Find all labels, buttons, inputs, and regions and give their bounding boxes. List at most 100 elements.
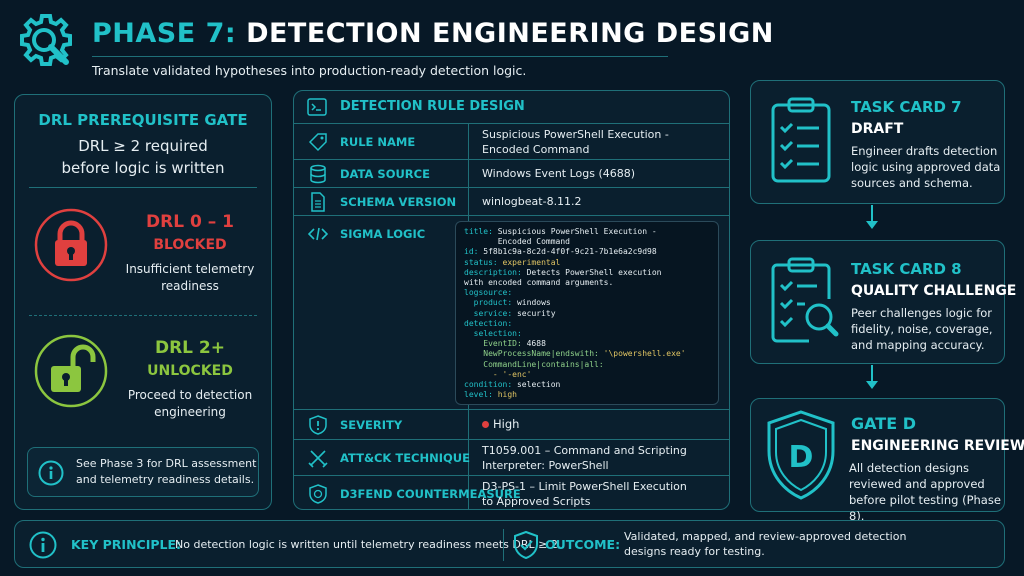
drl-blocked-desc: Insufficient telemetry readiness — [115, 261, 265, 295]
code-key: product: — [464, 298, 513, 308]
header-logo-icon — [14, 10, 78, 74]
gate-title: DRL PREREQUISITE GATE — [38, 111, 248, 129]
code-line: EventID: 4688 — [464, 339, 710, 349]
shield-check-icon — [513, 530, 539, 560]
code-key: condition: — [464, 380, 513, 390]
drl-unlocked-status: UNLOCKED — [147, 363, 233, 379]
clipboard-magnifier-icon — [769, 255, 839, 345]
gate-divider — [29, 187, 257, 188]
outcome-label: OUTCOME: — [545, 537, 621, 552]
alert-shield-icon — [308, 415, 328, 435]
attack-technique-value-line2: Interpreter: PowerShell — [482, 459, 609, 472]
code-line: condition: selection — [464, 380, 710, 390]
drl-blocked-desc-line1: Insufficient telemetry — [125, 262, 255, 276]
attack-technique-value: T1059.001 – Command and Scripting Interp… — [482, 443, 687, 473]
task-card-7: TASK CARD 7 DRAFT Engineer drafts detect… — [750, 80, 1005, 204]
code-value: 4688 — [521, 339, 546, 349]
code-value: experimental — [497, 257, 561, 267]
locked-padlock-icon — [33, 207, 109, 283]
card-subtitle: ENGINEERING REVIEW — [851, 438, 1024, 454]
title-prefix: PHASE 7: — [92, 18, 237, 49]
row-rule-name: RULE NAME Suspicious PowerShell Executio… — [294, 123, 729, 159]
code-value: Detects PowerShell execution — [521, 267, 662, 277]
title-main: DETECTION ENGINEERING DESIGN — [246, 18, 774, 49]
code-key: title: — [464, 227, 493, 236]
row-data-source: DATA SOURCE Windows Event Logs (4688) — [294, 159, 729, 187]
code-line: Encoded Command — [464, 237, 570, 247]
drl-unlocked-title: DRL 2+ — [154, 338, 226, 358]
code-key: EventID: — [464, 339, 522, 349]
drl-blocked-title: DRL 0 – 1 — [146, 212, 234, 232]
flow-arrowhead-2 — [866, 381, 878, 389]
rule-name-value: Suspicious PowerShell Execution - Encode… — [482, 127, 669, 157]
code-line: logsource: — [464, 288, 513, 298]
row-attack-technique: ATT&CK TECHNIQUE T1059.001 – Command and… — [294, 439, 729, 475]
crossed-swords-icon — [308, 448, 328, 468]
drl-blocked-desc-line2: readiness — [161, 279, 219, 293]
card-title: TASK CARD 7 — [851, 98, 962, 116]
code-line: status: experimental — [464, 258, 710, 268]
severity-label: SEVERITY — [340, 418, 403, 432]
code-key: description: — [464, 267, 522, 277]
card-description: Peer challenges logic for fidelity, nois… — [851, 306, 993, 352]
schema-version-label: SCHEMA VERSION — [340, 195, 457, 209]
gate-requirement-line2: before logic is written — [61, 159, 225, 177]
card-description: All detection designs reviewed and appro… — [849, 461, 1001, 523]
outcome-text-line2: designs ready for testing. — [624, 545, 765, 558]
code-key: id: — [464, 247, 479, 257]
row-d3fend: D3FEND COUNTERMEASURE D3-PS-1 – Limit Po… — [294, 475, 729, 509]
data-source-label: DATA SOURCE — [340, 167, 430, 181]
card-subtitle: DRAFT — [851, 121, 904, 137]
code-line: level: high — [464, 390, 710, 400]
info-icon — [38, 460, 64, 486]
clipboard-checklist-icon — [769, 95, 833, 185]
card-description: Engineer drafts detection logic using ap… — [851, 144, 1001, 190]
gate-note-line1: See Phase 3 for DRL assessment — [76, 457, 257, 470]
outcome-text-line1: Validated, mapped, and review-approved d… — [624, 530, 907, 543]
outcome-text: Validated, mapped, and review-approved d… — [624, 529, 906, 559]
data-source-value: Windows Event Logs (4688) — [482, 167, 636, 180]
gate-requirement: DRL ≥ 2 required before logic is written — [15, 135, 271, 179]
footer-bar: KEY PRINCIPLE: No detection logic is wri… — [14, 520, 1005, 568]
card-title: GATE D — [851, 414, 916, 433]
code-line: detection: — [464, 318, 513, 328]
attack-technique-label: ATT&CK TECHNIQUE — [340, 451, 470, 465]
page-title: PHASE 7: DETECTION ENGINEERING DESIGN — [92, 18, 774, 49]
code-icon — [307, 224, 329, 244]
drl-divider — [29, 315, 257, 316]
footer-divider — [503, 529, 504, 561]
d3fend-value-line1: D3-PS-1 – Limit PowerShell Execution — [482, 480, 687, 493]
code-value: Suspicious PowerShell Execution - — [492, 227, 657, 236]
page-subtitle: Translate validated hypotheses into prod… — [92, 63, 527, 78]
gate-note-line2: and telemetry readiness details. — [76, 473, 255, 486]
rule-name-value-line2: Encoded Command — [482, 143, 590, 156]
code-line: selection: — [464, 329, 522, 339]
schema-version-value: winlogbeat-8.11.2 — [482, 195, 582, 208]
card-title: TASK CARD 8 — [851, 260, 962, 278]
document-icon — [308, 192, 328, 212]
code-value: windows — [512, 298, 551, 308]
code-value: selection — [512, 380, 561, 390]
unlocked-padlock-icon — [33, 333, 109, 409]
gate-note-text: See Phase 3 for DRL assessment and telem… — [76, 456, 256, 488]
gate-note: See Phase 3 for DRL assessment and telem… — [27, 447, 259, 497]
code-line: with encoded command arguments. — [464, 278, 614, 288]
title-divider — [92, 56, 668, 57]
code-value: security — [512, 308, 556, 318]
severity-value: High — [493, 417, 520, 431]
drl-unlocked-desc: Proceed to detection engineering — [115, 387, 265, 421]
rule-name-value-line1: Suspicious PowerShell Execution - — [482, 128, 669, 141]
code-line: id: 5f8b1c9a-8c2d-4f0f-9c21-7b1e6a2c9d98 — [464, 247, 710, 257]
sigma-code-block: title: Suspicious PowerShell Execution -… — [455, 221, 719, 405]
sigma-logic-label: SIGMA LOGIC — [340, 227, 426, 241]
code-key: NewProcessName|endswith: — [464, 349, 599, 359]
code-value: 5f8b1c9a-8c2d-4f0f-9c21-7b1e6a2c9d98 — [478, 247, 657, 257]
database-icon — [308, 164, 328, 184]
rule-design-header: DETECTION RULE DESIGN — [340, 99, 525, 114]
drl-unlocked-desc-line2: engineering — [154, 405, 226, 419]
d3fend-shield-icon — [308, 484, 328, 504]
tag-icon — [308, 132, 328, 152]
code-value: high — [492, 390, 517, 400]
severity-dot — [482, 421, 489, 428]
row-schema-version: SCHEMA VERSION winlogbeat-8.11.2 — [294, 187, 729, 215]
